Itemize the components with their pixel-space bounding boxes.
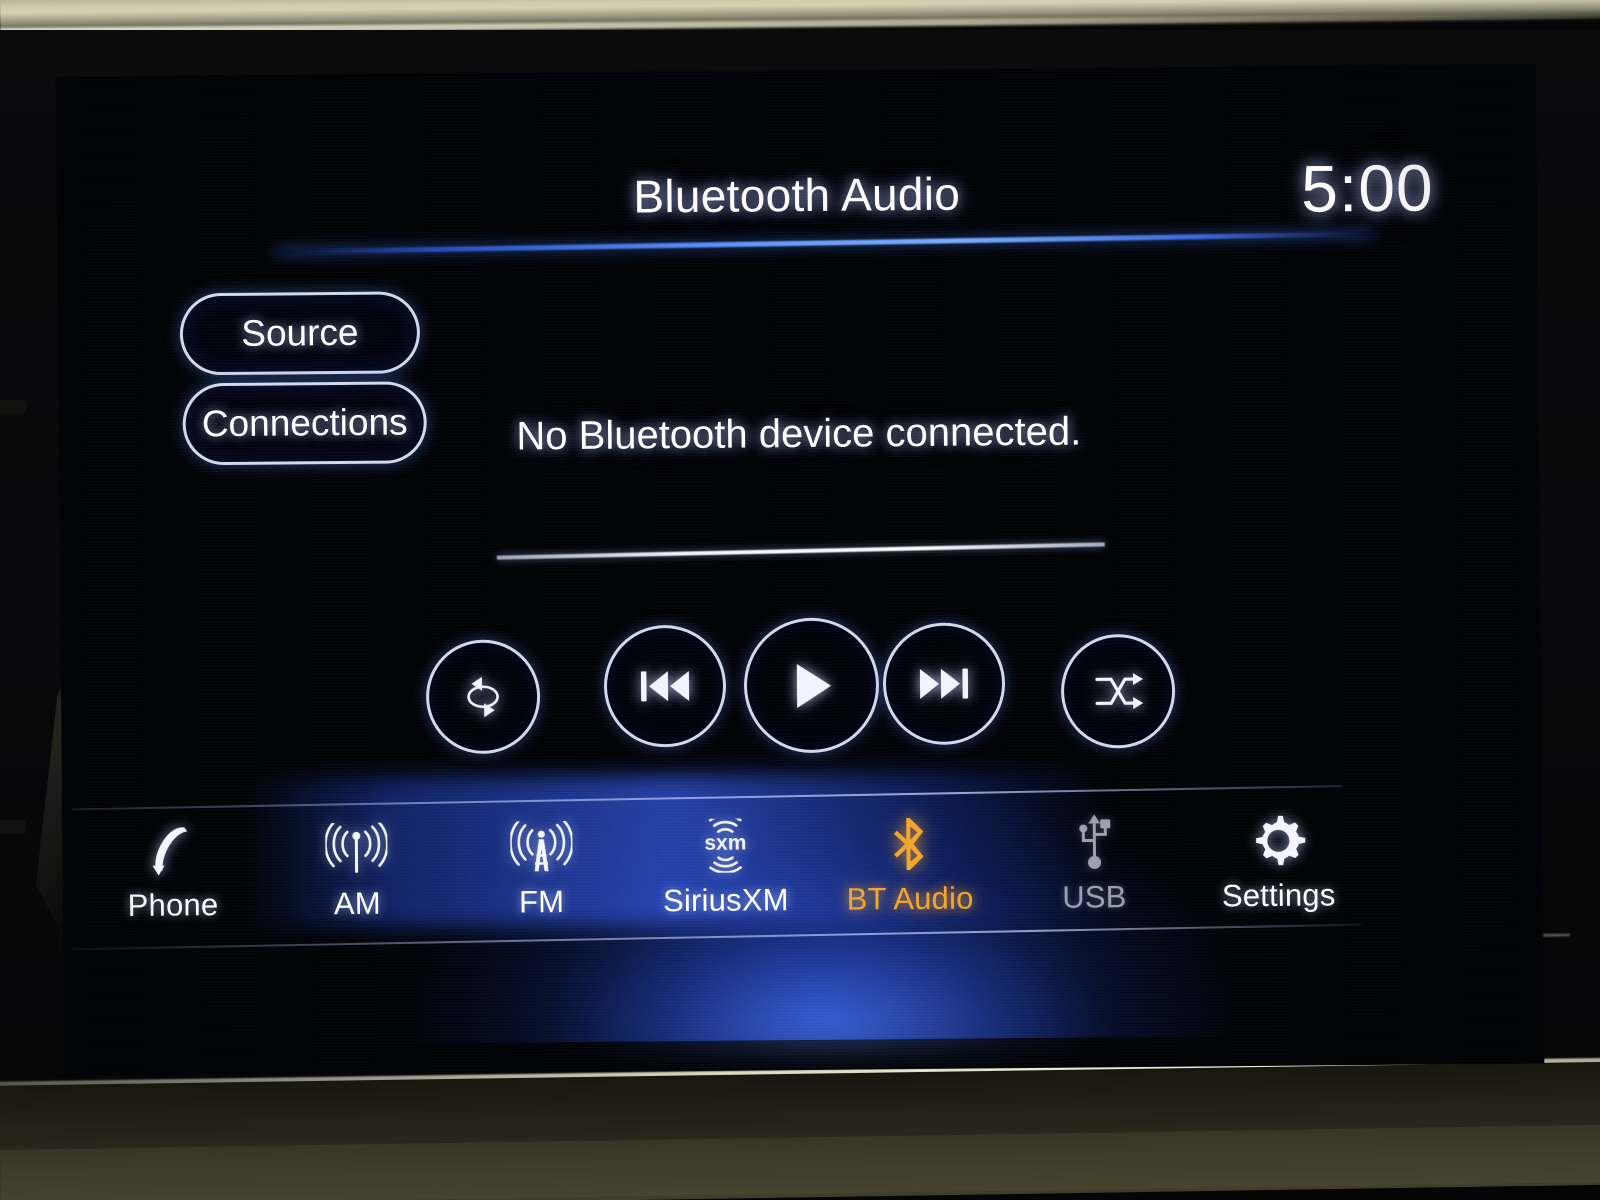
nav-item-bt-audio[interactable]: BT Audio <box>817 808 1002 918</box>
transport-controls <box>60 604 1541 777</box>
next-track-icon <box>917 663 971 705</box>
nav-item-usb[interactable]: USB <box>1001 807 1186 917</box>
nav-label-fm: FM <box>518 884 565 920</box>
nav-item-am[interactable]: AM <box>264 813 449 923</box>
infotainment-screen[interactable]: Bluetooth Audio 5:00 Source Connections … <box>55 63 1545 1077</box>
am-antenna-icon <box>325 820 389 879</box>
play-button[interactable] <box>743 617 880 754</box>
bluetooth-icon <box>889 815 930 873</box>
source-button[interactable]: Source <box>179 291 421 376</box>
nav-item-siriusxm[interactable]: sxm SiriusXM <box>633 810 818 920</box>
dashboard-bezel: Bluetooth Audio 5:00 Source Connections … <box>0 0 1600 1200</box>
nav-item-settings[interactable]: Settings <box>1186 805 1371 915</box>
shuffle-button[interactable] <box>1060 633 1176 749</box>
next-track-button[interactable] <box>882 622 1006 746</box>
status-message: No Bluetooth device connected. <box>516 409 1082 459</box>
repeat-icon <box>458 675 508 719</box>
nav-label-siriusxm: SiriusXM <box>662 882 789 919</box>
source-button-label: Source <box>241 311 359 354</box>
nav-label-am: AM <box>333 885 381 922</box>
source-nav-bar: Phone AM FM sxm SiriusXM BT Audio USB Se… <box>62 771 1543 967</box>
nav-item-fm[interactable]: FM <box>449 811 634 921</box>
nav-label-usb: USB <box>1062 879 1127 915</box>
play-icon <box>788 660 834 710</box>
previous-track-icon <box>638 665 692 707</box>
repeat-button[interactable] <box>425 639 541 755</box>
nav-label-phone: Phone <box>127 887 219 923</box>
content-divider <box>496 542 1105 560</box>
fm-tower-icon <box>509 818 573 877</box>
bezel-notch-lower <box>0 820 26 834</box>
phone-handset-icon <box>149 821 196 879</box>
clock: 5:00 <box>1300 150 1435 226</box>
bezel-notch-upper <box>0 400 26 414</box>
previous-track-button[interactable] <box>603 624 727 748</box>
nav-item-phone[interactable]: Phone <box>80 815 265 925</box>
svg-text:sxm: sxm <box>704 831 746 854</box>
nav-label-bt-audio: BT Audio <box>846 880 974 917</box>
usb-icon <box>1072 813 1117 871</box>
shuffle-icon <box>1093 670 1144 712</box>
nav-label-settings: Settings <box>1221 877 1336 914</box>
gear-icon <box>1251 812 1306 870</box>
siriusxm-logo-icon: sxm <box>694 816 757 875</box>
